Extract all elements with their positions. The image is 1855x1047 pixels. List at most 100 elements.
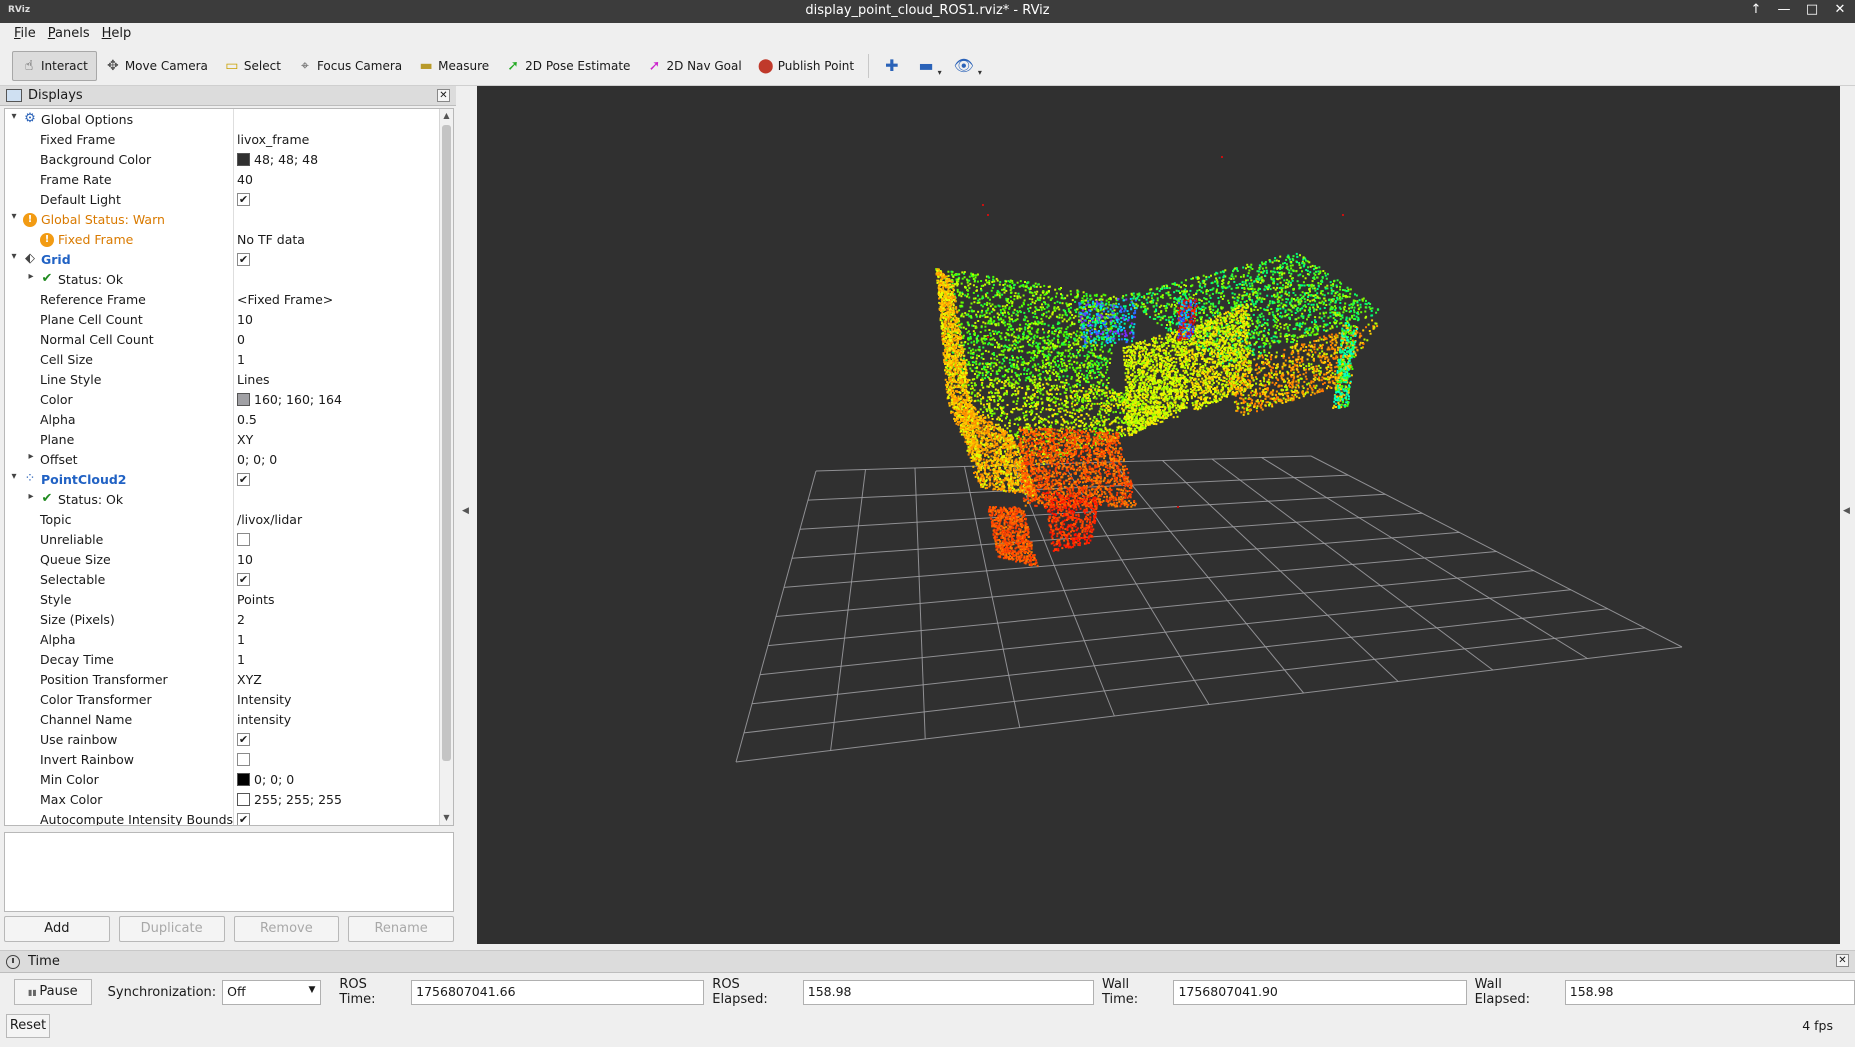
property-checkbox[interactable]: ✔ [237,813,250,825]
property-value[interactable]: 0.5 [237,412,257,427]
property-value[interactable]: 10 [237,552,253,567]
tool-publish-point[interactable]: ⬤ Publish Point [750,51,862,81]
add-tool-icon[interactable]: ✚ [875,56,908,75]
tree-row[interactable]: Background Color 48; 48; 48 [5,149,440,169]
tree-row[interactable]: Decay Time 1 [5,649,440,669]
property-value[interactable]: 255; 255; 255 [237,792,342,807]
property-value[interactable]: 1 [237,652,245,667]
tree-row[interactable]: ▾! Global Status: Warn [5,209,440,229]
property-value[interactable]: 0 [237,332,245,347]
property-value[interactable]: XYZ [237,672,262,687]
property-value[interactable]: 10 [237,312,253,327]
tool-select[interactable]: ▭ Select [216,51,289,81]
close-panel-button[interactable]: ✕ [437,89,450,102]
tree-row[interactable]: Channel Name intensity [5,709,440,729]
property-checkbox[interactable]: ✔ [237,733,250,746]
tree-row[interactable]: Size (Pixels) 2 [5,609,440,629]
tree-row[interactable]: Style Points [5,589,440,609]
tree-row[interactable]: Alpha 1 [5,629,440,649]
tree-row[interactable]: Color 160; 160; 164 [5,389,440,409]
tree-row[interactable]: Queue Size 10 [5,549,440,569]
menu-file[interactable]: File [8,23,42,46]
expand-arrow-icon[interactable]: ▾ [8,111,20,122]
tree-row[interactable]: Invert Rainbow [5,749,440,769]
tree-row[interactable]: Normal Cell Count 0 [5,329,440,349]
tree-row[interactable]: Selectable ✔ [5,569,440,589]
property-value[interactable]: 1 [237,352,245,367]
tree-row[interactable]: Line Style Lines [5,369,440,389]
property-value[interactable]: XY [237,432,253,447]
collapse-left-arrow-icon[interactable]: ◀ [462,506,469,516]
scene-canvas[interactable] [477,86,1840,944]
tree-row[interactable]: Color Transformer Intensity [5,689,440,709]
minimize-button[interactable]: — [1777,2,1791,17]
tree-row[interactable]: Alpha 0.5 [5,409,440,429]
render-viewport[interactable] [477,86,1840,944]
menu-panels[interactable]: Panels [42,23,96,46]
expand-arrow-icon[interactable]: ▾ [8,211,20,222]
property-value[interactable]: Lines [237,372,270,387]
collapse-arrow-icon[interactable]: ▸ [25,271,37,282]
tree-row[interactable]: Topic/livox/lidar [5,509,440,529]
tree-row[interactable]: Position Transformer XYZ [5,669,440,689]
remove-tool-icon[interactable]: ▬ ▾ [909,56,944,77]
tool-2d-nav-goal[interactable]: ➚ 2D Nav Goal [638,51,749,81]
scrollbar-thumb[interactable] [442,125,451,761]
tree-row[interactable]: ▾ ⚙ Global Options [5,109,440,129]
property-value[interactable]: 160; 160; 164 [237,392,342,407]
duplicate-display-button[interactable]: Duplicate [118,916,225,942]
property-checkbox[interactable] [237,533,250,546]
property-value[interactable]: 48; 48; 48 [237,152,318,167]
tree-row[interactable]: Frame Rate 40 [5,169,440,189]
tree-row[interactable]: ▸ ✔ Status: Ok [5,269,440,289]
tree-row[interactable]: Unreliable [5,529,440,549]
scroll-down-arrow-icon[interactable]: ▼ [440,811,453,825]
tree-row[interactable]: ▾ ⁘ PointCloud2 ✔ [5,469,440,489]
tree-row[interactable]: Min Color 0; 0; 0 [5,769,440,789]
property-value[interactable]: 1 [237,632,245,647]
tree-row[interactable]: Default Light ✔ [5,189,440,209]
property-value[interactable]: <Fixed Frame> [237,292,333,307]
property-value[interactable]: 0; 0; 0 [237,452,277,467]
property-value[interactable]: No TF data [237,232,305,247]
property-checkbox[interactable]: ✔ [237,573,250,586]
property-value[interactable]: /livox/lidar [237,512,302,527]
tool-2d-pose-estimate[interactable]: ➚ 2D Pose Estimate [497,51,638,81]
panel-splitter[interactable]: ◀ [456,86,476,948]
collapse-arrow-icon[interactable]: ▸ [25,491,37,502]
tree-row[interactable]: ! Fixed Frame No TF data [5,229,440,249]
tree-row[interactable]: Cell Size 1 [5,349,440,369]
property-value[interactable]: 40 [237,172,253,187]
tool-move-camera[interactable]: ✥ Move Camera [97,51,216,81]
tool-focus-camera[interactable]: ⌖ Focus Camera [289,51,410,81]
property-value[interactable]: intensity [237,712,291,727]
tree-row[interactable]: Use rainbow ✔ [5,729,440,749]
expand-arrow-icon[interactable]: ▾ [8,471,20,482]
property-value[interactable]: Intensity [237,692,291,707]
property-value[interactable]: 0; 0; 0 [237,772,294,787]
rename-display-button[interactable]: Rename [348,916,454,942]
property-checkbox[interactable]: ✔ [237,193,250,206]
tree-row[interactable]: ▸ ✔ Status: Ok [5,489,440,509]
color-swatch[interactable] [237,153,250,166]
keep-above-button[interactable]: ↑ [1749,2,1763,17]
close-window-button[interactable]: ✕ [1833,2,1847,17]
tool-measure[interactable]: ▬ Measure [410,51,497,81]
maximize-button[interactable]: □ [1805,2,1819,17]
color-swatch[interactable] [237,773,250,786]
expand-arrow-icon[interactable]: ▾ [8,251,20,262]
tree-row[interactable]: Autocompute Intensity Bounds ✔ [5,809,440,825]
property-checkbox[interactable] [237,753,250,766]
add-display-button[interactable]: Add [4,916,110,942]
scroll-up-arrow-icon[interactable]: ▲ [440,109,453,123]
tree-row[interactable]: Plane Cell Count 10 [5,309,440,329]
collapse-arrow-icon[interactable]: ▸ [25,451,37,462]
menu-help[interactable]: Help [96,23,138,46]
property-value[interactable]: livox_frame [237,132,309,147]
tree-row[interactable]: ▸ Offset 0; 0; 0 [5,449,440,469]
tree-row[interactable]: Fixed Frame livox_frame [5,129,440,149]
tree-scrollbar[interactable]: ▲ ▼ [439,109,453,825]
color-swatch[interactable] [237,793,250,806]
color-swatch[interactable] [237,393,250,406]
property-checkbox[interactable]: ✔ [237,253,250,266]
